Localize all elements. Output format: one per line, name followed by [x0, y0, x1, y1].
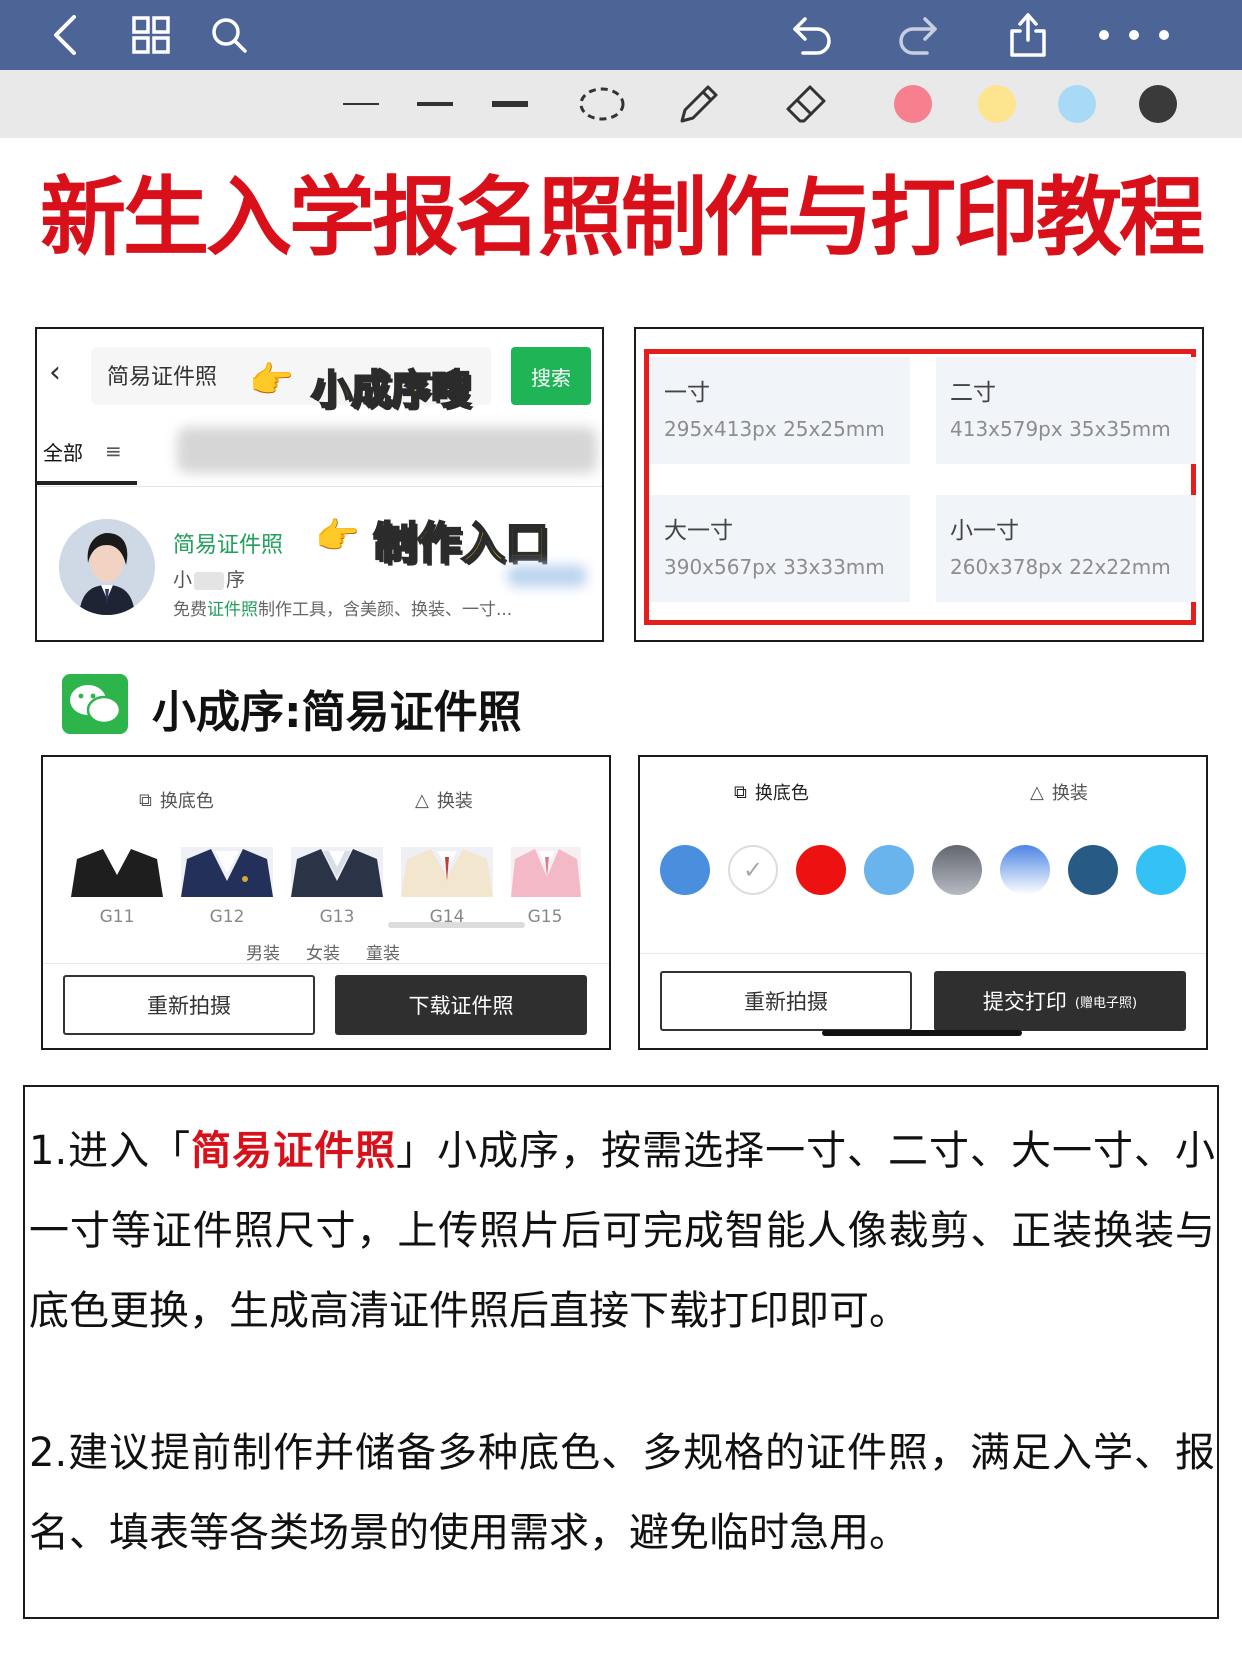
- tab-outfit[interactable]: △ 换装: [1030, 779, 1088, 805]
- callout-mini-program: 小成序嗖: [310, 366, 472, 414]
- size-option[interactable]: 一寸 295x413px 25x25mm: [650, 357, 910, 464]
- tab-children[interactable]: 童装: [366, 939, 400, 964]
- divider: [37, 486, 602, 487]
- color-swatch-cyan[interactable]: [1136, 845, 1186, 895]
- pointing-hand-icon: 👉: [315, 516, 360, 557]
- scroll-indicator[interactable]: [388, 922, 525, 928]
- retake-button[interactable]: 重新拍摄: [63, 975, 315, 1035]
- color-swatch-navy[interactable]: [1068, 845, 1118, 895]
- undo-icon[interactable]: [788, 10, 838, 60]
- color-swatch-white[interactable]: ✓: [728, 845, 778, 895]
- tab-outfit[interactable]: △ 换装: [415, 787, 473, 813]
- page-title: 新生入学报名照制作与打印教程: [40, 168, 1205, 268]
- search-query: 简易证件照: [107, 365, 218, 390]
- search-button[interactable]: 搜索: [511, 347, 591, 405]
- tab-background-color[interactable]: ⧉ 换底色: [139, 787, 214, 813]
- wechat-icon: [62, 674, 128, 734]
- eraser-icon[interactable]: [780, 80, 834, 128]
- pointing-hand-icon: 👉: [249, 360, 294, 401]
- outfit-thumbnail[interactable]: [291, 847, 383, 897]
- thick-line-tool[interactable]: [486, 80, 534, 128]
- divider: [43, 963, 609, 964]
- lasso-icon[interactable]: [575, 80, 629, 128]
- thin-line-tool[interactable]: [337, 80, 385, 128]
- size-options-screenshot: 一寸 295x413px 25x25mm 二寸 413x579px 35x35m…: [634, 327, 1204, 642]
- size-option[interactable]: 小一寸 260x378px 22x22mm: [936, 495, 1196, 602]
- divider: [640, 953, 1206, 954]
- drawing-toolbar: [0, 70, 1242, 138]
- back-icon[interactable]: ‹: [49, 355, 61, 390]
- result-description: 免费证件照制作工具，含美颜、换装、一寸...: [173, 600, 513, 620]
- tab-all[interactable]: 全部: [43, 437, 83, 466]
- instruction-step-1: 1.进入「简易证件照」小成序，按需选择一寸、二寸、大一寸、小一寸等证件照尺寸，上…: [29, 1128, 1216, 1334]
- shirt-icon: △: [415, 789, 429, 811]
- color-black[interactable]: [1138, 80, 1178, 128]
- search-result-screenshot: ‹ 简易证件照 搜索 👉 小成序嗖 全部 ≡ 简易证件照 👉 制作入口 小序 免…: [35, 327, 604, 642]
- color-pink[interactable]: [893, 80, 933, 128]
- tab-women[interactable]: 女装: [306, 939, 340, 964]
- mini-program-label: 小成序:简易证件照: [152, 687, 522, 738]
- color-swatch-blue-gradient[interactable]: [1000, 845, 1050, 895]
- retake-button[interactable]: 重新拍摄: [660, 971, 912, 1031]
- submit-print-button[interactable]: 提交打印 (赠电子照): [934, 971, 1186, 1031]
- search-icon[interactable]: [204, 10, 254, 60]
- color-swatch-light-blue[interactable]: [864, 845, 914, 895]
- background-color-screenshot: ⧉ 换底色 △ 换装 ✓ 重新拍摄 提交打印 (赠电子照): [638, 755, 1208, 1050]
- back-icon[interactable]: [40, 10, 90, 60]
- download-photo-button[interactable]: 下载证件照: [335, 975, 587, 1035]
- home-indicator: [822, 1030, 1022, 1036]
- outfit-label: G13: [319, 907, 355, 927]
- result-title[interactable]: 简易证件照: [173, 527, 283, 559]
- size-option[interactable]: 大一寸 390x567px 33x33mm: [650, 495, 910, 602]
- outfit-thumbnail[interactable]: [401, 847, 493, 897]
- check-icon: ✓: [742, 856, 764, 884]
- instruction-step-2: 2.建议提前制作并储备多种底色、多规格的证件照，满足入学、报名、填表等各类场景的…: [29, 1430, 1215, 1556]
- layers-icon: ⧉: [139, 789, 152, 811]
- blurred-badge: [507, 565, 587, 587]
- layers-icon: ⧉: [734, 781, 747, 803]
- instructions-box: 1.进入「简易证件照」小成序，按需选择一寸、二寸、大一寸、小一寸等证件照尺寸，上…: [23, 1085, 1219, 1619]
- outfit-screenshot: ⧉ 换底色 △ 换装 G11 G12 G13 G14 G15 男装 女装 童装 重新…: [41, 755, 611, 1050]
- result-subtitle: 小序: [173, 569, 246, 591]
- outfit-label: G12: [209, 907, 245, 927]
- share-icon[interactable]: [1003, 10, 1053, 60]
- tab-background-color[interactable]: ⧉ 换底色: [734, 779, 809, 805]
- outfit-thumbnail[interactable]: [511, 847, 581, 897]
- pencil-icon[interactable]: [672, 80, 726, 128]
- color-swatch-red[interactable]: [796, 845, 846, 895]
- color-swatch-gray-gradient[interactable]: [932, 845, 982, 895]
- callout-entry: 制作入口: [372, 517, 550, 570]
- grid-icon[interactable]: [126, 10, 176, 60]
- tab-underline: [37, 481, 137, 485]
- outfit-thumbnail[interactable]: [181, 847, 273, 897]
- avatar: [59, 519, 155, 615]
- medium-line-tool[interactable]: [411, 80, 459, 128]
- color-yellow[interactable]: [977, 80, 1017, 128]
- tab-men[interactable]: 男装: [246, 939, 280, 964]
- color-light-blue[interactable]: [1057, 80, 1097, 128]
- color-swatch-blue[interactable]: [660, 845, 710, 895]
- blurred-tabs: [177, 427, 597, 473]
- more-icon[interactable]: [1094, 10, 1174, 60]
- outfit-thumbnail[interactable]: [71, 847, 163, 897]
- shirt-icon: △: [1030, 781, 1044, 803]
- size-option[interactable]: 二寸 413x579px 35x35mm: [936, 357, 1196, 464]
- filter-icon[interactable]: ≡: [105, 439, 122, 463]
- outfit-label: G11: [99, 907, 135, 927]
- redo-icon[interactable]: [892, 10, 942, 60]
- top-app-bar: [0, 0, 1242, 70]
